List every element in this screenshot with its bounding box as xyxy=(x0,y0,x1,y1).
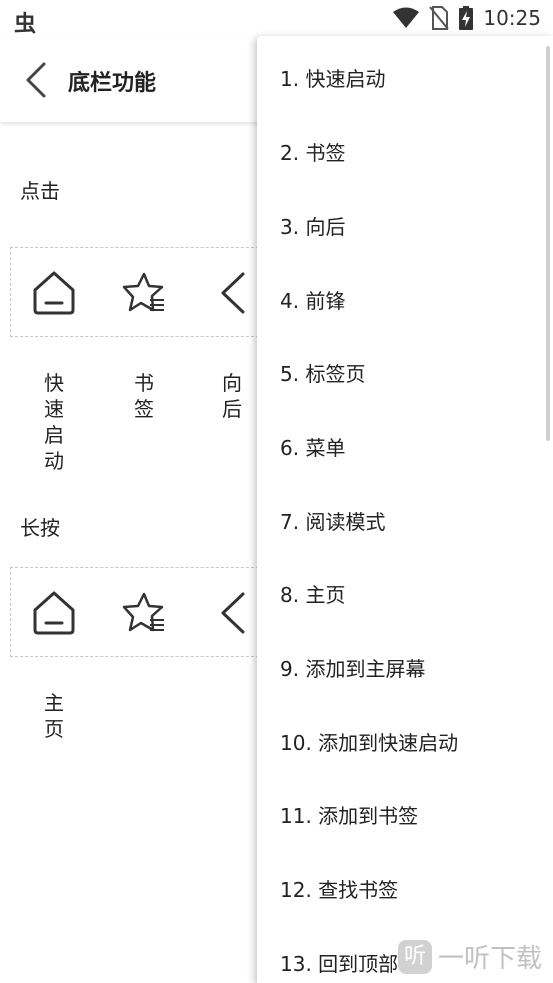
menu-item-back-to-top[interactable]: 13. 回到顶部 xyxy=(280,948,398,977)
click-label-back: 向后 xyxy=(222,371,242,421)
click-slot-bookmarks[interactable] xyxy=(121,270,167,316)
back-arrow-icon[interactable] xyxy=(22,60,48,100)
chevron-left-icon xyxy=(221,592,245,634)
status-icons: 10:25 xyxy=(393,6,541,30)
menu-item-add-to-quick-launch[interactable]: 10. 添加到快速启动 xyxy=(280,727,458,756)
home-icon xyxy=(33,271,75,315)
page-title: 底栏功能 xyxy=(68,71,157,96)
menu-item-reading-mode[interactable]: 7. 阅读模式 xyxy=(280,506,385,535)
long-press-slot-home[interactable] xyxy=(31,590,77,636)
long-press-slot-back[interactable] xyxy=(211,590,257,636)
menu-item-find-bookmark[interactable]: 12. 查找书签 xyxy=(280,874,398,903)
click-label-bookmarks: 书签 xyxy=(134,371,154,421)
watermark-logo: 听 xyxy=(398,939,432,974)
click-section-label: 点击 xyxy=(20,179,60,203)
watermark: 听 一听下载 xyxy=(398,938,542,975)
long-press-section-label: 长按 xyxy=(20,516,60,540)
bookmark-star-icon xyxy=(122,272,164,312)
home-icon xyxy=(33,591,75,635)
clock: 10:25 xyxy=(483,6,541,30)
status-bar: 虫 10:25 xyxy=(0,0,553,38)
click-label-quick-launch: 快速启动 xyxy=(44,371,64,473)
menu-item-quick-launch[interactable]: 1. 快速启动 xyxy=(280,63,385,92)
menu-scrollbar[interactable] xyxy=(546,46,550,441)
menu-item-back[interactable]: 3. 向后 xyxy=(280,211,345,240)
battery-charging-icon xyxy=(459,6,474,30)
wifi-icon xyxy=(393,7,420,28)
long-press-slot-bookmarks[interactable] xyxy=(121,590,167,636)
app-notification-icon: 虫 xyxy=(14,12,37,37)
menu-item-tabs[interactable]: 5. 标签页 xyxy=(280,358,365,387)
long-press-label-home: 主页 xyxy=(44,691,64,741)
menu-item-bookmarks[interactable]: 2. 书签 xyxy=(280,137,345,166)
chevron-left-icon xyxy=(221,272,245,314)
function-dropdown-menu: 1. 快速启动 2. 书签 3. 向后 4. 前锋 5. 标签页 6. 菜单 7… xyxy=(257,36,553,983)
click-slot-quick-launch[interactable] xyxy=(31,270,77,316)
menu-item-home[interactable]: 8. 主页 xyxy=(280,579,345,608)
click-slot-back[interactable] xyxy=(211,270,257,316)
no-sim-icon xyxy=(429,6,450,30)
menu-item-add-to-homescreen[interactable]: 9. 添加到主屏幕 xyxy=(280,653,425,682)
menu-item-menu[interactable]: 6. 菜单 xyxy=(280,432,345,461)
bookmark-star-icon xyxy=(122,592,164,632)
menu-item-forward[interactable]: 4. 前锋 xyxy=(280,285,345,314)
watermark-text: 一听下载 xyxy=(438,944,543,974)
menu-item-add-to-bookmarks[interactable]: 11. 添加到书签 xyxy=(280,800,418,829)
